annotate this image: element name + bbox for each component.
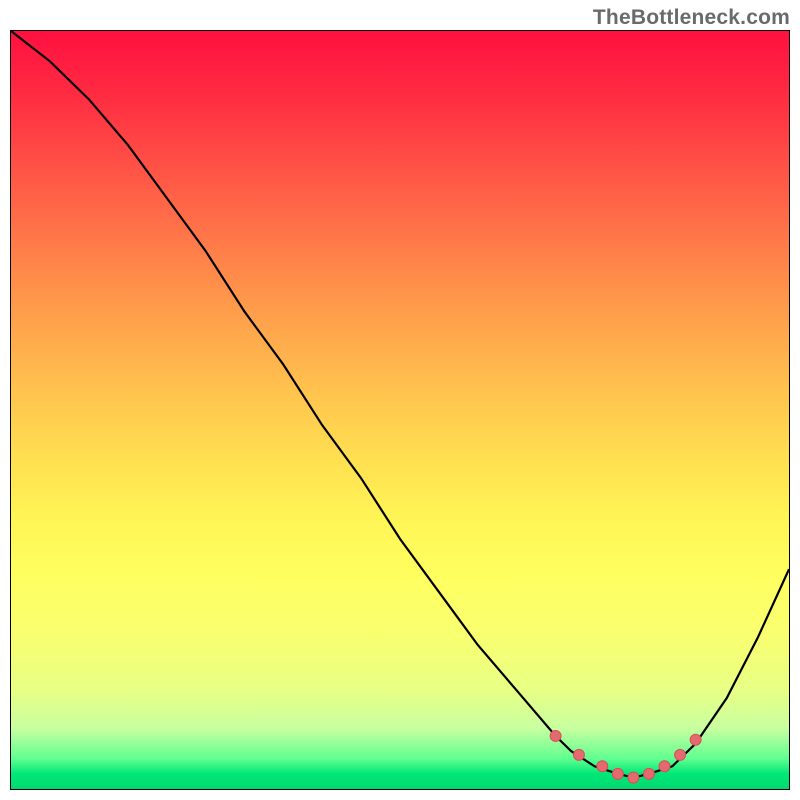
valley-marker bbox=[675, 749, 686, 760]
valley-marker bbox=[612, 768, 623, 779]
valley-marker bbox=[597, 761, 608, 772]
valley-marker bbox=[628, 772, 639, 783]
chart-svg-layer bbox=[11, 31, 789, 789]
valley-marker bbox=[643, 768, 654, 779]
watermark-text: TheBottleneck.com bbox=[593, 6, 790, 30]
bottleneck-curve-path bbox=[11, 31, 789, 778]
valley-marker bbox=[573, 749, 584, 760]
valley-marker bbox=[550, 730, 561, 741]
valley-marker bbox=[659, 761, 670, 772]
valley-marker bbox=[690, 734, 701, 745]
chart-plot-area bbox=[10, 30, 790, 790]
